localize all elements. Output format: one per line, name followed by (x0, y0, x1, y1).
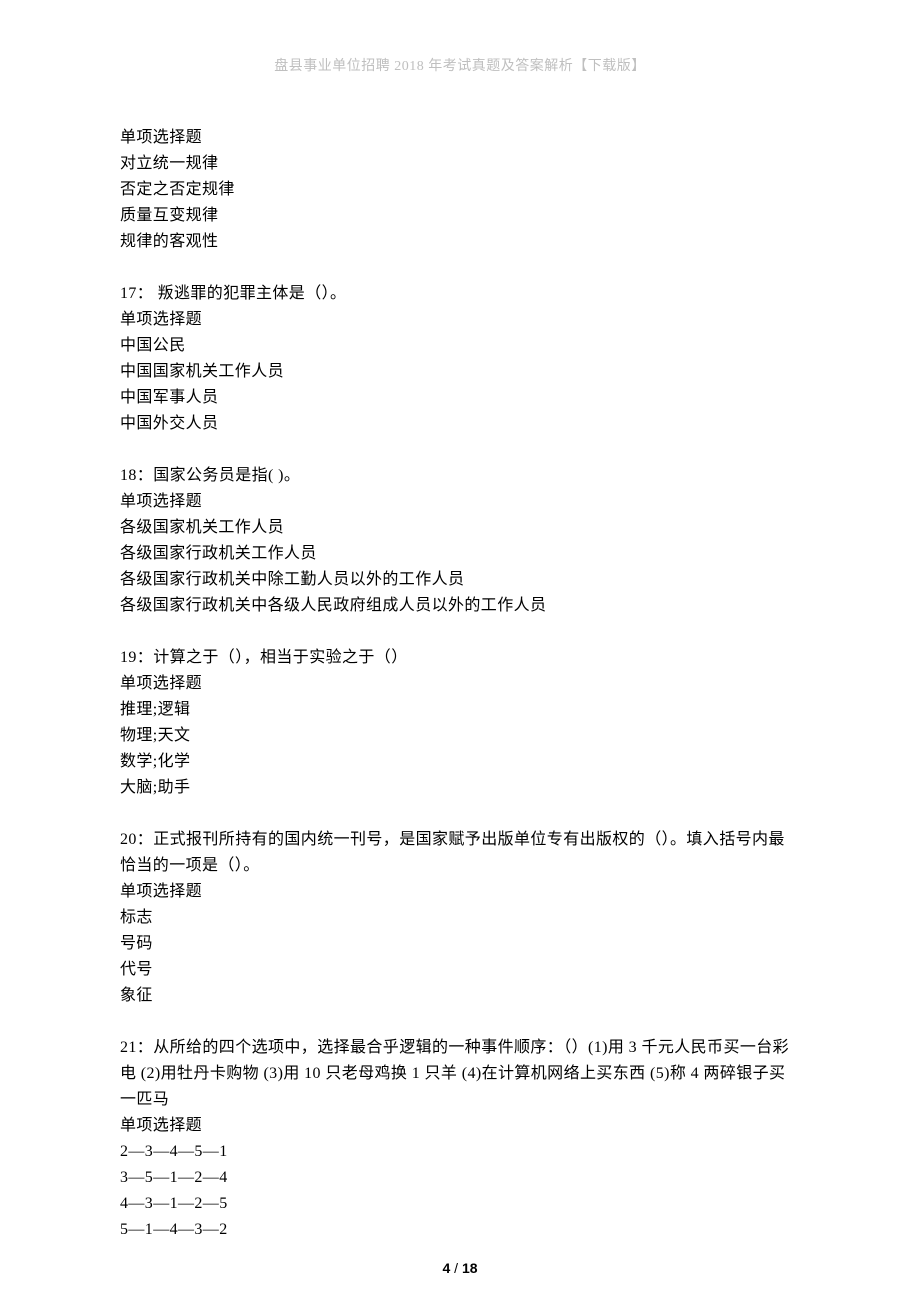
question-16-tail: 单项选择题 对立统一规律 否定之否定规律 质量互变规律 规律的客观性 (120, 125, 800, 255)
option: 各级国家机关工作人员 (120, 515, 800, 541)
document-page: 盘县事业单位招聘 2018 年考试真题及答案解析【下载版】 单项选择题 对立统一… (0, 0, 920, 1302)
option: 号码 (120, 931, 800, 957)
question-18: 18：国家公务员是指( )。 单项选择题 各级国家机关工作人员 各级国家行政机关… (120, 463, 800, 619)
option: 推理;逻辑 (120, 697, 800, 723)
option: 各级国家行政机关工作人员 (120, 541, 800, 567)
document-body: 单项选择题 对立统一规律 否定之否定规律 质量互变规律 规律的客观性 17： 叛… (120, 125, 800, 1243)
question-stem: 18：国家公务员是指( )。 (120, 463, 800, 489)
question-stem: 19：计算之于（），相当于实验之于（） (120, 645, 800, 671)
option: 中国公民 (120, 333, 800, 359)
option: 5—1—4—3—2 (120, 1217, 800, 1243)
page-header: 盘县事业单位招聘 2018 年考试真题及答案解析【下载版】 (120, 55, 800, 75)
option: 数学;化学 (120, 749, 800, 775)
page-total: 18 (462, 1260, 478, 1276)
option: 大脑;助手 (120, 775, 800, 801)
question-type: 单项选择题 (120, 671, 800, 697)
option: 对立统一规律 (120, 151, 800, 177)
question-stem: 20：正式报刊所持有的国内统一刊号，是国家赋予出版单位专有出版权的（）。填入括号… (120, 827, 800, 879)
option: 3—5—1—2—4 (120, 1165, 800, 1191)
option: 各级国家行政机关中除工勤人员以外的工作人员 (120, 567, 800, 593)
question-stem: 17： 叛逃罪的犯罪主体是（）。 (120, 281, 800, 307)
option: 否定之否定规律 (120, 177, 800, 203)
question-type: 单项选择题 (120, 1113, 800, 1139)
page-number: 4 / 18 (0, 1260, 920, 1276)
question-19: 19：计算之于（），相当于实验之于（） 单项选择题 推理;逻辑 物理;天文 数学… (120, 645, 800, 801)
option: 标志 (120, 905, 800, 931)
option: 代号 (120, 957, 800, 983)
option: 各级国家行政机关中各级人民政府组成人员以外的工作人员 (120, 593, 800, 619)
question-stem: 21：从所给的四个选项中，选择最合乎逻辑的一种事件顺序：（）(1)用 3 千元人… (120, 1035, 800, 1113)
option: 象征 (120, 983, 800, 1009)
question-20: 20：正式报刊所持有的国内统一刊号，是国家赋予出版单位专有出版权的（）。填入括号… (120, 827, 800, 1009)
option: 质量互变规律 (120, 203, 800, 229)
option: 中国外交人员 (120, 411, 800, 437)
option: 中国军事人员 (120, 385, 800, 411)
question-type: 单项选择题 (120, 879, 800, 905)
question-type: 单项选择题 (120, 489, 800, 515)
question-type: 单项选择题 (120, 307, 800, 333)
option: 4—3—1—2—5 (120, 1191, 800, 1217)
page-sep: / (450, 1260, 462, 1276)
question-17: 17： 叛逃罪的犯罪主体是（）。 单项选择题 中国公民 中国国家机关工作人员 中… (120, 281, 800, 437)
option: 物理;天文 (120, 723, 800, 749)
question-21: 21：从所给的四个选项中，选择最合乎逻辑的一种事件顺序：（）(1)用 3 千元人… (120, 1035, 800, 1243)
option: 中国国家机关工作人员 (120, 359, 800, 385)
option: 2—3—4—5—1 (120, 1139, 800, 1165)
option: 规律的客观性 (120, 229, 800, 255)
question-type: 单项选择题 (120, 125, 800, 151)
